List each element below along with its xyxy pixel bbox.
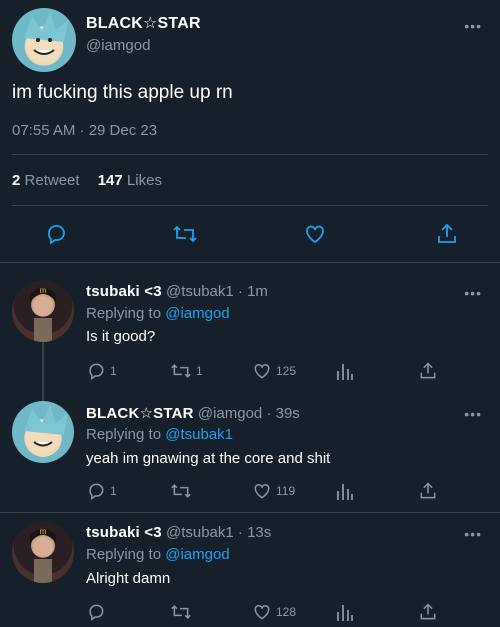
share-icon xyxy=(438,223,456,243)
reply-text: yeah im gnawing at the core and shit xyxy=(86,450,331,467)
retweet-button[interactable] xyxy=(172,222,198,246)
avatar[interactable]: m xyxy=(12,280,74,342)
more-icon[interactable]: ••• xyxy=(464,18,482,34)
reply-button[interactable]: 1 xyxy=(86,481,117,501)
divider xyxy=(12,154,488,155)
replying-prefix: Replying to xyxy=(86,305,162,322)
reply-count: 1 xyxy=(110,484,117,498)
replying-prefix: Replying to xyxy=(86,426,162,443)
retweet-button[interactable] xyxy=(170,602,196,622)
share-icon xyxy=(420,362,436,379)
share-button[interactable] xyxy=(418,361,438,381)
reply-time[interactable]: · 39s xyxy=(266,405,299,422)
reply-icon xyxy=(89,363,104,380)
retweet-count: 1 xyxy=(196,364,203,378)
avatar-image: m xyxy=(30,286,56,342)
avatar[interactable]: m xyxy=(12,521,74,583)
more-icon[interactable]: ••• xyxy=(464,406,482,422)
tweet-timestamp[interactable]: 07:55 AM · 29 Dec 23 xyxy=(12,122,157,139)
avatar-image xyxy=(24,405,68,453)
like-button[interactable]: 128 xyxy=(252,602,296,622)
reply-author-name[interactable]: BLACK☆STAR xyxy=(86,405,194,422)
reply-author-name[interactable]: tsubaki <3 xyxy=(86,283,162,300)
retweet-icon xyxy=(171,605,191,619)
replying-prefix: Replying to xyxy=(86,546,162,563)
share-icon xyxy=(420,482,436,499)
more-icon[interactable]: ••• xyxy=(464,526,482,542)
more-icon[interactable]: ••• xyxy=(464,285,482,301)
retweet-icon xyxy=(173,225,197,243)
retweet-button[interactable] xyxy=(170,481,196,501)
reply-icon xyxy=(48,225,65,245)
divider xyxy=(0,512,500,513)
tweet-text: im fucking this apple up rn xyxy=(12,82,233,103)
reply-author-name[interactable]: tsubaki <3 xyxy=(86,524,162,541)
like-button[interactable]: 119 xyxy=(252,481,295,501)
like-label[interactable]: Likes xyxy=(127,172,162,189)
reply-button[interactable]: 1 xyxy=(86,361,117,381)
retweet-count[interactable]: 2 xyxy=(12,172,20,189)
reply-header: tsubaki <3 @tsubak1 · 13s xyxy=(86,524,271,541)
reply-author-handle[interactable]: @tsubak1 xyxy=(166,524,234,541)
reply-time[interactable]: · 13s xyxy=(238,524,271,541)
reply-icon xyxy=(89,483,104,500)
author-handle[interactable]: @iamgod xyxy=(86,37,150,54)
analytics-icon xyxy=(337,364,353,380)
like-icon xyxy=(254,363,270,379)
avatar[interactable] xyxy=(12,401,74,463)
like-count: 128 xyxy=(276,605,297,619)
reply-icon xyxy=(89,604,104,621)
like-button[interactable] xyxy=(303,222,327,246)
svg-text:m: m xyxy=(40,527,47,536)
like-icon xyxy=(306,225,324,244)
replying-to-link[interactable]: @tsubak1 xyxy=(165,426,233,443)
avatar-image xyxy=(24,12,68,62)
reply-author-handle[interactable]: @iamgod xyxy=(198,405,262,422)
reply-text: Is it good? xyxy=(86,328,156,345)
analytics-button[interactable] xyxy=(336,602,354,622)
retweet-button[interactable]: 1 xyxy=(170,361,203,381)
analytics-icon xyxy=(337,605,353,621)
retweet-label[interactable]: Retweet xyxy=(25,172,80,189)
reply-text: Alright damn xyxy=(86,570,171,587)
like-icon xyxy=(254,604,270,620)
share-button[interactable] xyxy=(435,222,459,246)
analytics-button[interactable] xyxy=(336,481,354,501)
reply-header: BLACK☆STAR @iamgod · 39s xyxy=(86,404,300,422)
avatar-image: m xyxy=(30,527,56,583)
analytics-icon xyxy=(337,484,353,500)
replying-to-link[interactable]: @iamgod xyxy=(165,546,229,563)
like-count: 119 xyxy=(276,484,296,498)
replying-to: Replying to @iamgod xyxy=(86,305,230,322)
reply-time[interactable]: · 1m xyxy=(238,283,268,300)
divider xyxy=(0,262,500,263)
like-icon xyxy=(254,483,270,499)
divider xyxy=(12,205,488,206)
replying-to-link[interactable]: @iamgod xyxy=(165,305,229,322)
replying-to: Replying to @iamgod xyxy=(86,546,230,563)
share-button[interactable] xyxy=(418,481,438,501)
replying-to: Replying to @tsubak1 xyxy=(86,426,233,443)
retweet-icon xyxy=(171,484,191,498)
share-button[interactable] xyxy=(418,602,438,622)
reply-count: 1 xyxy=(110,364,117,378)
reply-header: tsubaki <3 @tsubak1 · 1m xyxy=(86,283,268,300)
like-count: 125 xyxy=(276,364,297,378)
share-icon xyxy=(420,603,436,620)
tweet-stats: 2 Retweet 147 Likes xyxy=(12,172,162,189)
like-button[interactable]: 125 xyxy=(252,361,296,381)
reply-button[interactable] xyxy=(86,602,110,622)
retweet-icon xyxy=(171,364,191,378)
reply-button[interactable] xyxy=(44,222,68,246)
analytics-button[interactable] xyxy=(336,361,354,381)
like-count[interactable]: 147 xyxy=(98,172,123,189)
reply-author-handle[interactable]: @tsubak1 xyxy=(166,283,234,300)
thread-line xyxy=(42,342,44,402)
svg-text:m: m xyxy=(40,286,47,295)
avatar[interactable] xyxy=(12,8,76,72)
author-name[interactable]: BLACK☆STAR xyxy=(86,13,201,33)
